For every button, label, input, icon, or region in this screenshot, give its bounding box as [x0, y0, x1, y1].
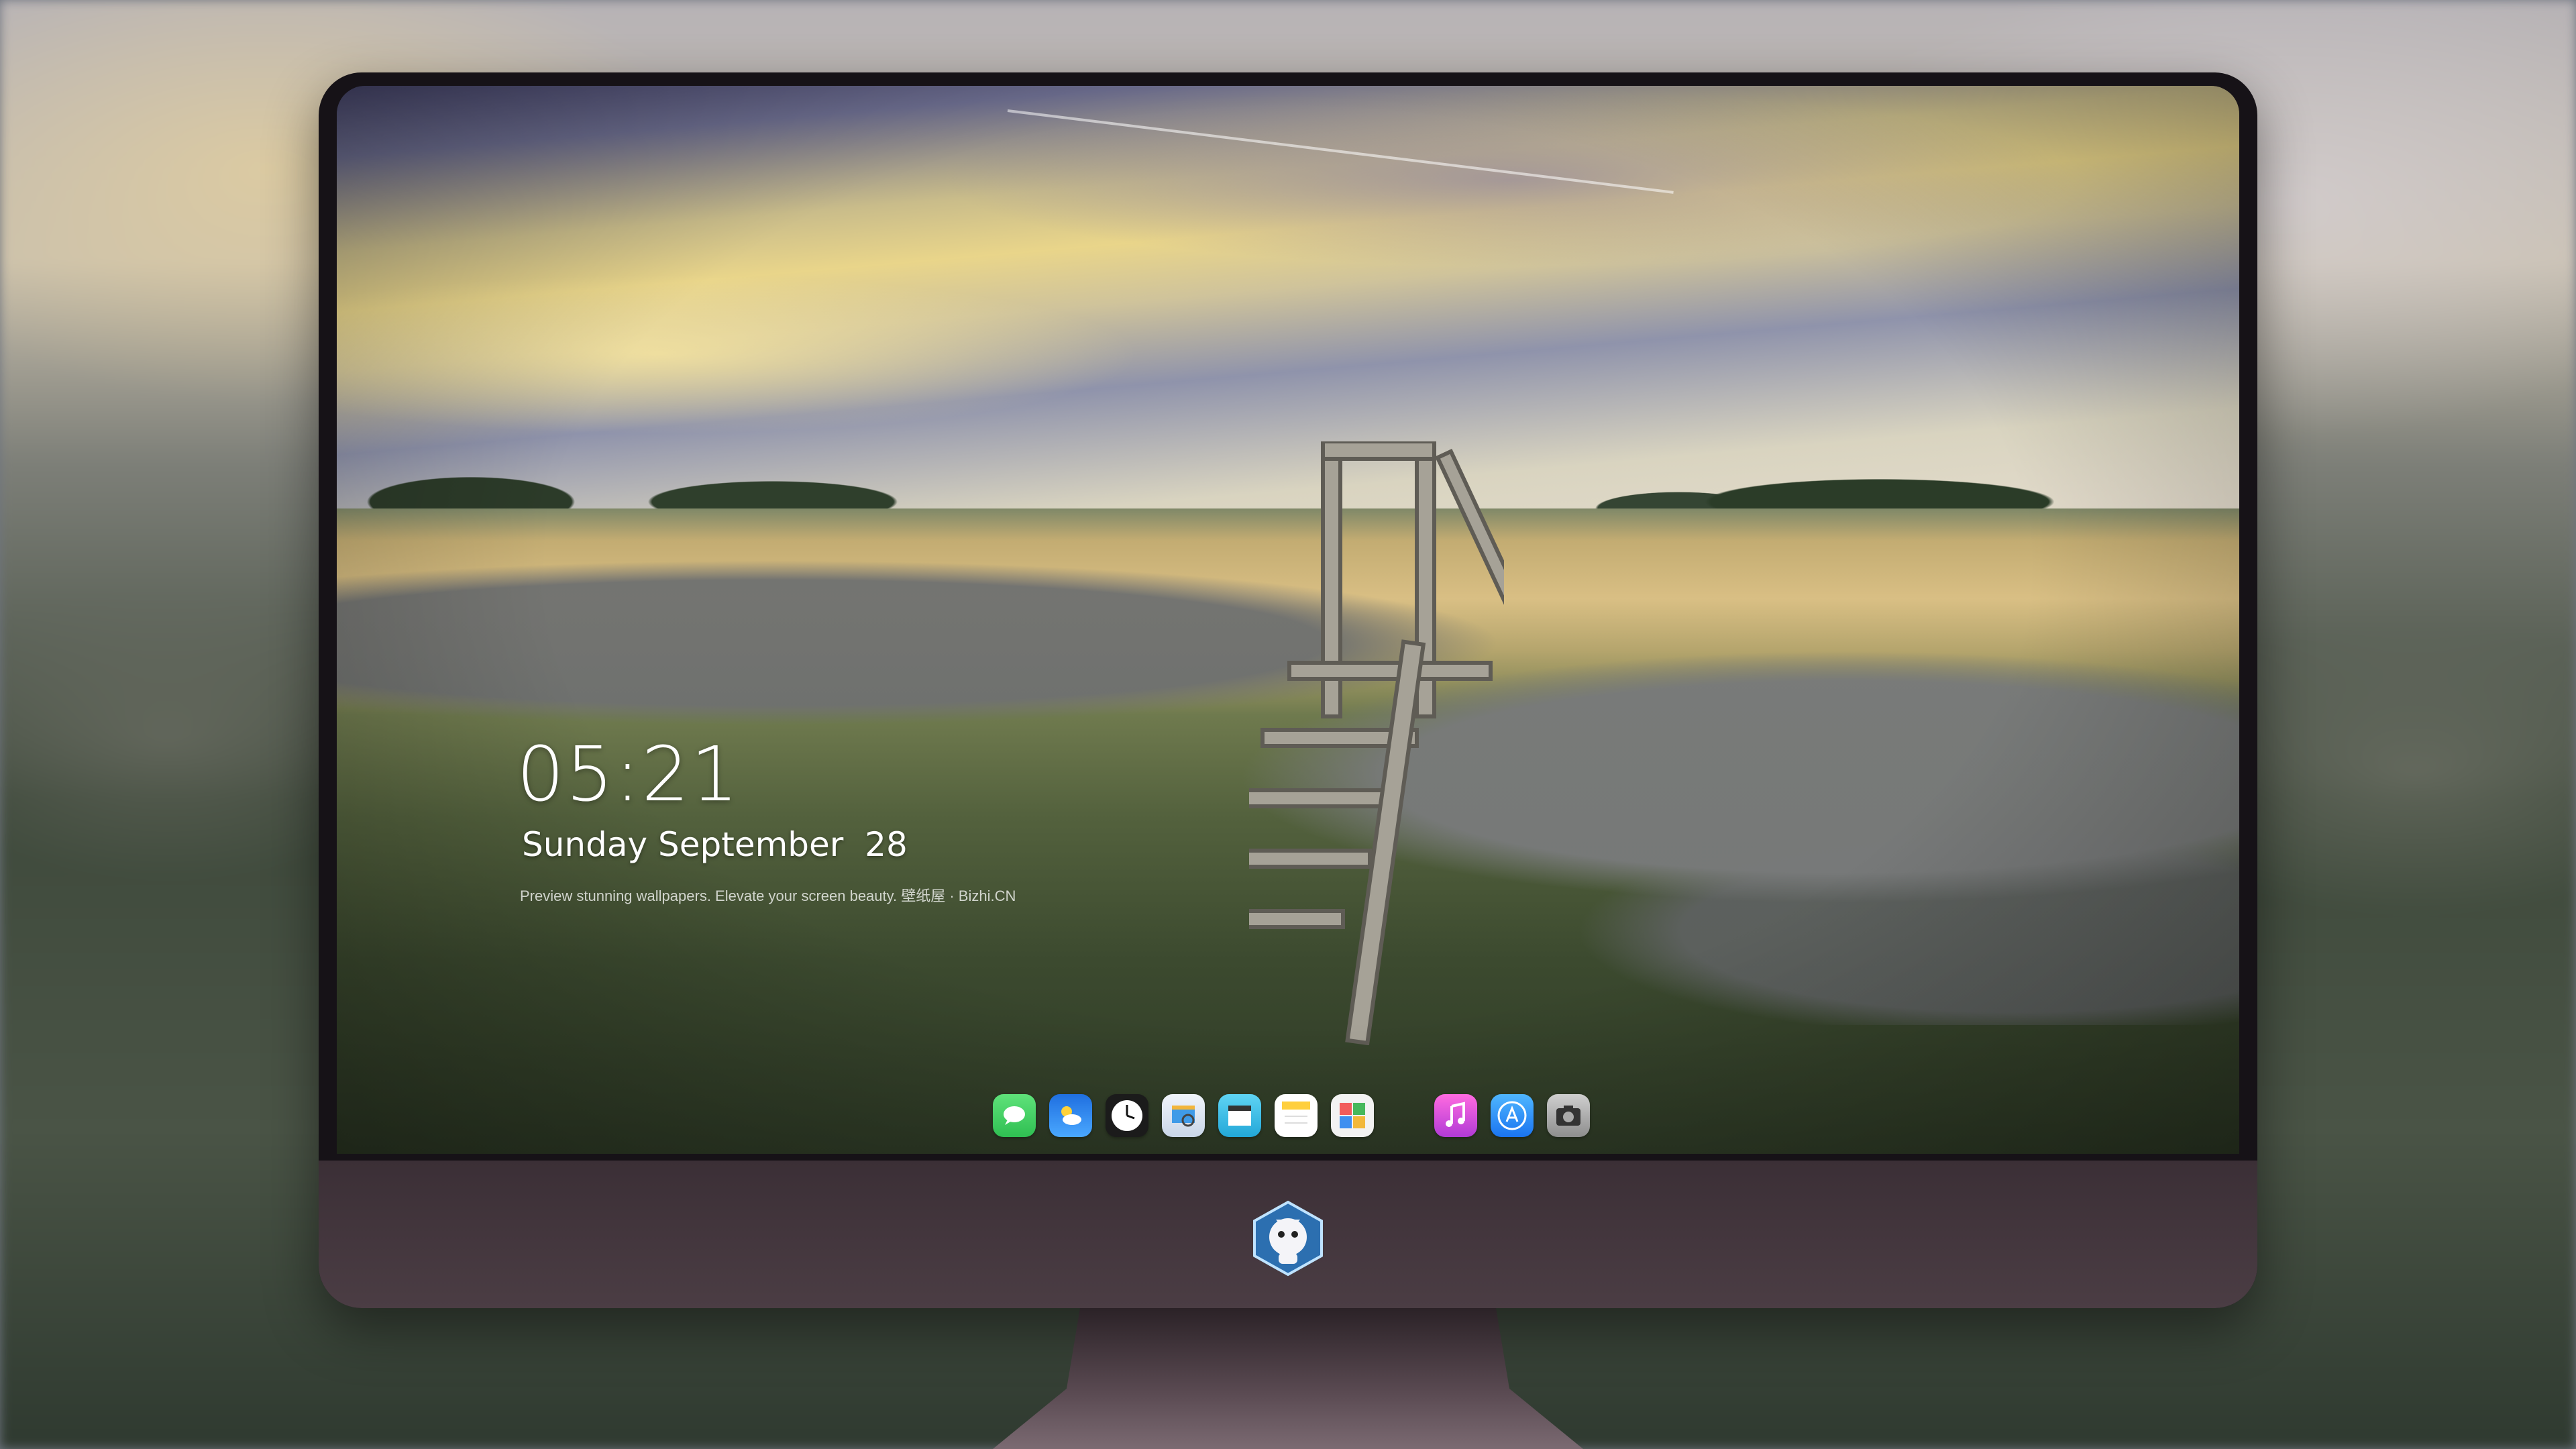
- chat-bubble-icon: [1004, 1106, 1025, 1125]
- dock: [993, 1092, 1590, 1139]
- notes-app[interactable]: [1275, 1094, 1318, 1137]
- music-app[interactable]: [1434, 1094, 1477, 1137]
- photos-grid-icon: [1340, 1103, 1365, 1128]
- wallpaper-vignette: [337, 86, 2239, 1154]
- preview-app[interactable]: [1162, 1094, 1205, 1137]
- music-note-icon: [1446, 1102, 1465, 1127]
- preview-icon: [1172, 1106, 1195, 1127]
- photos-app[interactable]: [1331, 1094, 1374, 1137]
- video-app[interactable]: [1218, 1094, 1261, 1137]
- cloud-sun-icon: [1061, 1106, 1081, 1125]
- messages-app[interactable]: [993, 1094, 1036, 1137]
- clapperboard-icon: [1228, 1106, 1251, 1126]
- weather-app[interactable]: [1049, 1094, 1092, 1137]
- clock-app[interactable]: [1106, 1094, 1148, 1137]
- app-store-icon: [1497, 1101, 1527, 1130]
- app-store-app[interactable]: [1491, 1094, 1534, 1137]
- monitor-stand: [993, 1308, 1583, 1449]
- clock-icon: [1112, 1100, 1142, 1131]
- camera-app[interactable]: [1547, 1094, 1590, 1137]
- mascot-logo-icon: [1249, 1199, 1327, 1277]
- desktop-screen: [337, 86, 2239, 1154]
- lockscreen-tagline: Preview stunning wallpapers. Elevate you…: [520, 888, 1016, 904]
- notes-icon: [1282, 1102, 1310, 1124]
- lockscreen-time: 05:21: [517, 731, 740, 818]
- camera-icon: [1556, 1106, 1580, 1126]
- lockscreen-date: Sunday September 28: [522, 825, 908, 864]
